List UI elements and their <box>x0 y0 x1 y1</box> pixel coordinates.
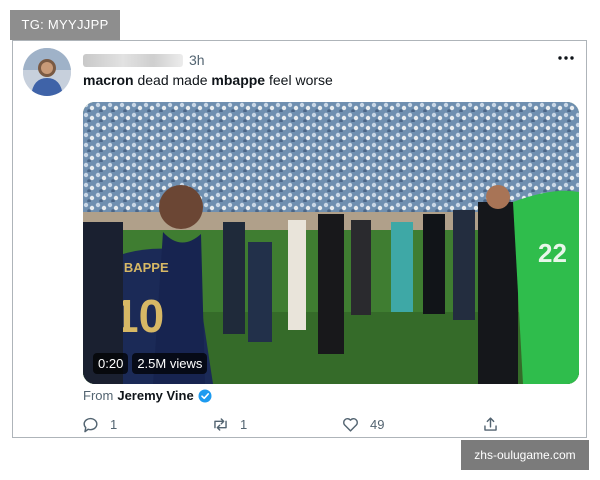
keeper-number: 22 <box>538 238 567 268</box>
tweet-text: macron dead made mbappe feel worse <box>83 72 333 88</box>
video-views: 2.5M views <box>132 353 208 374</box>
retweet-icon <box>214 418 227 431</box>
source-name[interactable]: Jeremy Vine <box>117 388 193 403</box>
reply-count: 1 <box>110 417 118 432</box>
video-source: From Jeremy Vine <box>83 388 212 403</box>
share-button[interactable] <box>481 415 510 434</box>
video-stats: 0:20 2.5M views <box>93 353 208 374</box>
video-frame: 22 MBAPPE 10 <box>83 102 579 384</box>
telegram-tag: TG: MYYJJPP <box>10 10 120 40</box>
watermark: zhs-oulugame.com <box>461 440 589 470</box>
like-count: 49 <box>370 417 385 432</box>
author-row: 3h <box>83 50 205 70</box>
verified-badge-icon <box>198 389 212 402</box>
source-from-label: From <box>83 388 114 403</box>
retweet-count: 1 <box>240 417 248 432</box>
more-options-icon[interactable] <box>556 51 576 65</box>
retweet-button[interactable]: 1 <box>211 415 247 434</box>
reply-button[interactable]: 1 <box>81 415 117 434</box>
share-icon <box>484 417 497 431</box>
video-duration: 0:20 <box>93 353 129 374</box>
reply-icon <box>83 417 98 433</box>
blurred-username[interactable] <box>83 53 183 67</box>
tweet-card[interactable]: 3h macron dead made mbappe feel worse 22… <box>12 40 587 438</box>
tweet-actions: 1 1 49 <box>81 415 511 437</box>
video-player[interactable]: 22 MBAPPE 10 0:20 2.5M views <box>83 102 579 384</box>
like-button[interactable]: 49 <box>341 415 384 434</box>
heart-icon <box>343 418 358 432</box>
tweet-time[interactable]: 3h <box>189 52 205 68</box>
avatar[interactable] <box>23 48 71 96</box>
